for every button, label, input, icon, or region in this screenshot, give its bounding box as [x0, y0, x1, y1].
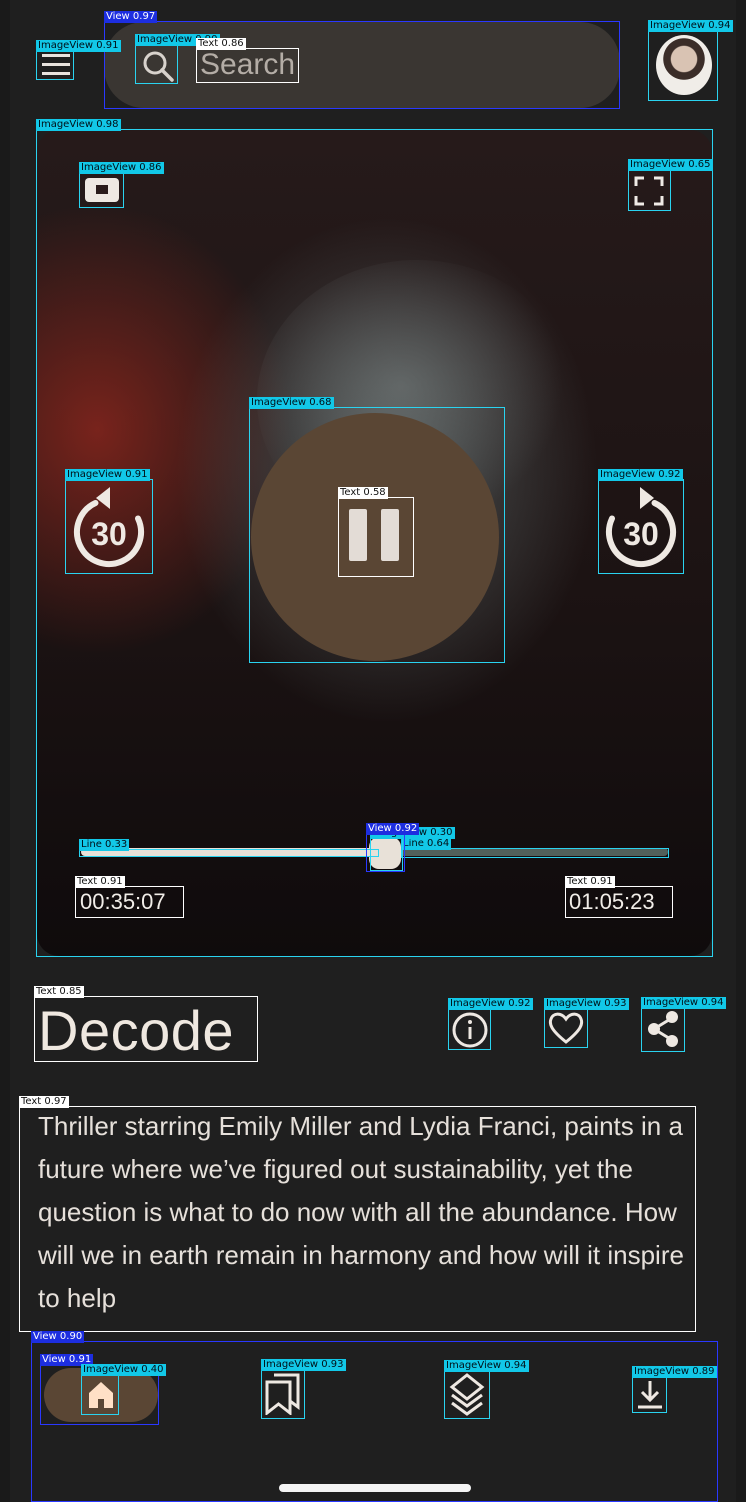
overlay-box: [135, 44, 178, 84]
overlay-label: ImageView 0.68: [249, 397, 334, 409]
overlay-label: View 0.92: [366, 823, 420, 835]
overlay-label: Text 0.91: [75, 876, 125, 888]
overlay-box: [544, 1008, 588, 1048]
overlay-box: [598, 479, 684, 574]
overlay-label: View 0.97: [104, 11, 158, 23]
overlay-box: [641, 1007, 685, 1052]
overlay-label: ImageView 0.40: [81, 1364, 166, 1376]
overlay-label: Text 0.86: [196, 38, 246, 50]
overlay-label: Line 0.64: [401, 838, 452, 850]
overlay-label: ImageView 0.94: [444, 1360, 529, 1372]
overlay-box: [565, 886, 673, 918]
overlay-label: ImageView 0.93: [261, 1359, 346, 1371]
overlay-label: Text 0.91: [565, 876, 615, 888]
overlay-label: ImageView 0.65: [628, 159, 713, 171]
overlay-label: Text 0.85: [34, 986, 84, 998]
overlay-label: Text 0.97: [19, 1096, 69, 1108]
overlay-box: [65, 479, 153, 574]
overlay-label: ImageView 0.91: [65, 469, 150, 481]
overlay-label: ImageView 0.94: [641, 997, 726, 1009]
overlay-box: [632, 1376, 667, 1413]
overlay-label: Text 0.58: [338, 487, 388, 499]
overlay-box: [448, 1008, 491, 1050]
overlay-box: [366, 833, 405, 872]
overlay-box: [338, 497, 414, 577]
overlay-label: ImageView 0.98: [36, 119, 121, 131]
overlay-label: ImageView 0.94: [648, 20, 733, 32]
overlay-box: [75, 886, 184, 918]
overlay-label: ImageView 0.93: [544, 998, 629, 1010]
overlay-box: [36, 50, 74, 80]
overlay-box: [628, 169, 671, 211]
overlay-label: View 0.90: [31, 1331, 85, 1343]
overlay-label: Line 0.33: [79, 839, 130, 851]
overlay-label: ImageView 0.92: [598, 469, 683, 481]
overlay-box: [444, 1370, 490, 1419]
overlay-label: ImageView 0.91: [36, 40, 121, 52]
overlay-box: [34, 996, 258, 1062]
overlay-box: [19, 1106, 696, 1332]
overlay-box: [648, 30, 718, 101]
overlay-box: [81, 1374, 119, 1415]
overlay-label: ImageView 0.89: [632, 1366, 717, 1378]
overlay-box: [196, 48, 299, 83]
overlay-box: [261, 1369, 305, 1419]
overlay-label: ImageView 0.86: [79, 162, 164, 174]
overlay-label: ImageView 0.92: [448, 998, 533, 1010]
overlay-box: [79, 172, 124, 208]
